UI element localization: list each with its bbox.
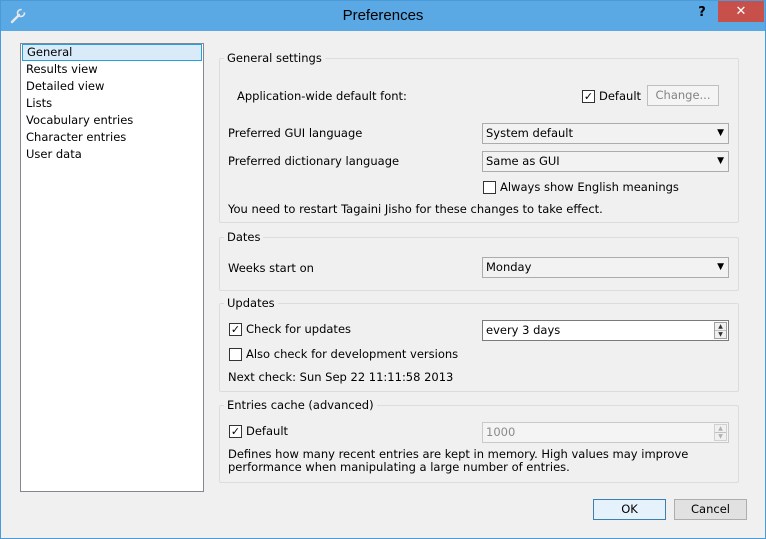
entries-cache-group: Entries cache (advanced) ✓ Default 1000 … <box>219 398 739 483</box>
cache-size-value: 1000 <box>486 425 516 439</box>
sidebar-item-results-view[interactable]: Results view <box>22 61 202 78</box>
spin-down-icon[interactable]: ▼ <box>715 433 726 441</box>
next-check-text: Next check: Sun Sep 22 11:11:58 2013 <box>228 370 454 384</box>
dictionary-language-label: Preferred dictionary language <box>228 154 400 168</box>
spin-down-icon[interactable]: ▼ <box>715 331 726 339</box>
cache-default-label: Default <box>246 424 289 438</box>
close-button[interactable]: ✕ <box>718 1 764 22</box>
help-button[interactable]: ? <box>689 3 715 23</box>
gui-language-value: System default <box>486 126 574 140</box>
sidebar-item-detailed-view[interactable]: Detailed view <box>22 78 202 95</box>
cache-description: Defines how many recent entries are kept… <box>228 447 689 474</box>
title-bar[interactable]: Preferences ? ✕ <box>1 1 765 31</box>
category-list[interactable]: General Results view Detailed view Lists… <box>20 43 204 492</box>
always-english-checkbox[interactable] <box>483 181 496 194</box>
dev-versions-checkbox[interactable] <box>229 348 242 361</box>
dictionary-language-select[interactable]: Same as GUI ▼ <box>482 151 729 172</box>
weeks-start-value: Monday <box>486 260 532 274</box>
spin-up-icon[interactable]: ▲ <box>715 425 726 433</box>
ok-button[interactable]: OK <box>593 499 666 520</box>
window-title: Preferences <box>342 7 424 24</box>
group-title-dates: Dates <box>224 230 264 244</box>
cache-size-spinbox[interactable]: 1000 ▲ ▼ <box>482 422 729 443</box>
dictionary-language-value: Same as GUI <box>486 154 560 168</box>
updates-group: Updates ✓ Check for updates every 3 days… <box>219 296 739 392</box>
always-english-label: Always show English meanings <box>500 180 679 194</box>
spin-buttons[interactable]: ▲ ▼ <box>714 322 727 339</box>
weeks-start-label: Weeks start on <box>228 261 314 275</box>
preferences-window: Preferences ? ✕ General Results view Det… <box>0 0 766 539</box>
chevron-down-icon: ▼ <box>717 262 724 272</box>
sidebar-item-vocabulary-entries[interactable]: Vocabulary entries <box>22 112 202 129</box>
sidebar-item-character-entries[interactable]: Character entries <box>22 129 202 146</box>
weeks-start-select[interactable]: Monday ▼ <box>482 257 729 278</box>
chevron-down-icon: ▼ <box>717 128 724 138</box>
spin-up-icon[interactable]: ▲ <box>715 323 726 331</box>
cancel-button[interactable]: Cancel <box>674 499 747 520</box>
group-title-cache: Entries cache (advanced) <box>224 398 377 412</box>
restart-note: You need to restart Tagaini Jisho for th… <box>228 202 603 216</box>
chevron-down-icon: ▼ <box>717 156 724 166</box>
dates-group: Dates Weeks start on Monday ▼ <box>219 230 739 291</box>
dev-versions-label: Also check for development versions <box>246 347 459 361</box>
change-font-button[interactable]: Change... <box>647 85 719 106</box>
font-label: Application-wide default font: <box>237 89 407 103</box>
sidebar-item-lists[interactable]: Lists <box>22 95 202 112</box>
sidebar-item-user-data[interactable]: User data <box>22 146 202 163</box>
update-interval-value: every 3 days <box>486 323 561 337</box>
font-default-label: Default <box>599 89 642 103</box>
check-updates-checkbox[interactable]: ✓ <box>229 323 242 336</box>
spin-buttons[interactable]: ▲ ▼ <box>714 424 727 441</box>
update-interval-spinbox[interactable]: every 3 days ▲ ▼ <box>482 320 729 341</box>
gui-language-select[interactable]: System default ▼ <box>482 123 729 144</box>
general-settings-group: General settings Application-wide defaul… <box>219 51 739 223</box>
gui-language-label: Preferred GUI language <box>228 126 363 140</box>
font-default-checkbox[interactable]: ✓ <box>582 90 595 103</box>
cache-default-checkbox[interactable]: ✓ <box>229 425 242 438</box>
sidebar-item-general[interactable]: General <box>22 44 202 61</box>
check-updates-label: Check for updates <box>246 322 352 336</box>
group-title-updates: Updates <box>224 296 278 310</box>
group-title-general: General settings <box>224 51 325 65</box>
